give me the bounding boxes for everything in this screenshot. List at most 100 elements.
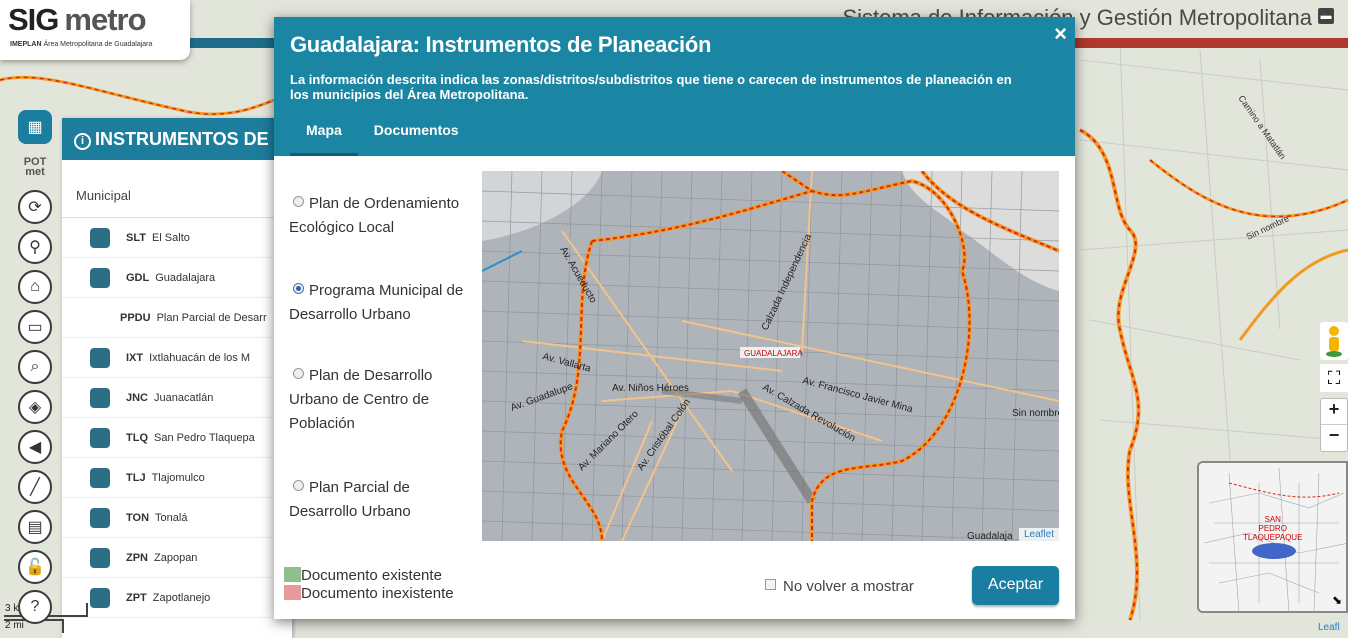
info-icon: i: [74, 133, 91, 150]
municipality-code: GDL: [126, 271, 150, 284]
municipality-name: Juanacatlán: [154, 391, 214, 404]
layers-icon[interactable]: ◈: [18, 390, 52, 424]
minimap-label-2: PEDRO: [1258, 524, 1287, 533]
legend-label-existente: Documento existente: [301, 567, 442, 584]
fullscreen-icon[interactable]: ⛶: [1320, 364, 1348, 392]
leaflet-attribution[interactable]: Leafl: [1318, 622, 1340, 633]
municipality-code: TLJ: [126, 471, 146, 484]
option-pducp[interactable]: Plan de Desarrollo Urbano de Centro de P…: [289, 364, 479, 436]
logo-metro: metro: [64, 2, 146, 37]
tab-mapa[interactable]: Mapa: [290, 119, 358, 156]
municipality-row[interactable]: ZPN Zapopan: [62, 538, 292, 578]
municipality-name: Ixtlahuacán de los M: [149, 351, 251, 364]
option-pmdu-label: Programa Municipal de Desarrollo Urbano: [289, 282, 464, 323]
city-label-guadalajara: GUADALAJARA: [744, 349, 803, 358]
no-show-option[interactable]: No volver a mostrar: [765, 578, 914, 595]
minimap-label-1: SAN: [1264, 515, 1281, 524]
municipality-code: TLQ: [126, 431, 148, 444]
logo-subtitle: Área Metropolitana de Guadalajara: [43, 41, 153, 48]
modal-tabs: Mapa Documentos: [290, 119, 475, 156]
legend-swatch-green: [284, 567, 301, 582]
logo-sig: SIG: [8, 2, 59, 37]
municipality-row[interactable]: TON Tonalá: [62, 498, 292, 538]
municipality-name: Guadalajara: [155, 271, 216, 284]
side-panel-title: INSTRUMENTOS DE P: [95, 129, 286, 149]
legend: Documento existente Documento inexistent…: [284, 567, 454, 603]
municipality-name: Tlajomulco: [151, 471, 205, 484]
municipality-code: ZPT: [126, 591, 147, 604]
left-toolbar: ▦ POT met ⟳ ⚲ ⌂ ▭ ⌕ ◈ ◀ ╱ ▤ 🔓 ?: [18, 110, 58, 630]
side-panel-subtitle: Municipal: [62, 160, 292, 218]
zoom-control: + −: [1320, 398, 1348, 452]
municipality-list: SLT El Salto GDL Guadalajara PPDU Plan Parcia…: [62, 218, 292, 618]
bus-icon[interactable]: ▭: [18, 310, 52, 344]
map-layers-icon[interactable]: ▦: [18, 110, 52, 144]
municipality-emblem-icon: [90, 507, 110, 528]
modal-title: Guadalajara: Instrumentos de Planeación: [290, 32, 712, 57]
print-icon[interactable]: ▤: [18, 510, 52, 544]
planning-instruments-modal: Guadalajara: Instrumentos de Planeación …: [274, 17, 1075, 619]
water-tap-icon[interactable]: ⚲: [18, 230, 52, 264]
option-ppdu-label: Plan Parcial de Desarrollo Urbano: [289, 479, 411, 520]
street-label-guadalaja: Guadalaja: [967, 531, 1013, 541]
municipality-code: JNC: [126, 391, 149, 404]
option-poel[interactable]: Plan de Ordenamiento Ecológico Local: [289, 192, 479, 240]
close-icon[interactable]: ×: [1054, 21, 1067, 47]
municipality-row[interactable]: SLT El Salto: [62, 218, 292, 258]
municipality-code: IXT: [126, 351, 144, 364]
zoom-in-button[interactable]: +: [1321, 399, 1347, 425]
modal-description: La información descrita indica las zonas…: [290, 72, 1012, 102]
zoom-out-button[interactable]: −: [1321, 425, 1347, 451]
municipality-row[interactable]: IXT Ixtlahuacán de los M: [62, 338, 292, 378]
minimap-toggle-icon[interactable]: ⬊: [1332, 593, 1342, 607]
municipality-row[interactable]: TLQ San Pedro Tlaquepa: [62, 418, 292, 458]
municipality-code: PPDU: [120, 311, 151, 324]
municipality-name: Zapopan: [154, 551, 198, 564]
municipality-row[interactable]: TLJ Tlajomulco: [62, 458, 292, 498]
lock-icon[interactable]: 🔓: [18, 550, 52, 584]
minimap-label-3: TLAQUEPAQUE: [1243, 533, 1303, 542]
radio-pmdu[interactable]: [293, 283, 304, 294]
tab-documentos[interactable]: Documentos: [358, 119, 475, 156]
legend-swatch-red: [284, 585, 301, 600]
map-attribution[interactable]: Leaflet: [1018, 528, 1059, 541]
option-pmdu[interactable]: Programa Municipal de Desarrollo Urbano: [289, 279, 479, 327]
municipality-emblem-icon: [90, 427, 110, 448]
measure-icon[interactable]: ╱: [18, 470, 52, 504]
street-label-ninos-heroes: Av. Niños Héroes: [612, 383, 689, 394]
pot-met-icon[interactable]: POT met: [18, 150, 52, 184]
municipality-row[interactable]: GDL Guadalajara: [62, 258, 292, 298]
radio-pducp[interactable]: [293, 368, 304, 379]
municipality-emblem-icon: [90, 267, 110, 288]
megaphone-icon[interactable]: ◀: [18, 430, 52, 464]
help-icon[interactable]: ?: [18, 590, 52, 624]
municipality-emblem-icon: [90, 547, 110, 568]
municipality-name: Tonalá: [155, 511, 188, 524]
municipality-emblem-icon: [90, 227, 110, 248]
option-ppdu[interactable]: Plan Parcial de Desarrollo Urbano: [289, 476, 479, 524]
municipality-row[interactable]: JNC Juanacatlán: [62, 378, 292, 418]
refresh-icon[interactable]: ⟳: [18, 190, 52, 224]
radio-ppdu[interactable]: [293, 480, 304, 491]
legend-label-inexistente: Documento inexistente: [301, 585, 454, 602]
minimap[interactable]: SAN PEDRO TLAQUEPAQUE ⬊: [1197, 461, 1348, 613]
minimize-icon[interactable]: ▬: [1318, 8, 1334, 24]
building-icon[interactable]: ⌂: [18, 270, 52, 304]
municipality-row[interactable]: ZPT Zapotlanejo: [62, 578, 292, 618]
municipality-row[interactable]: PPDU Plan Parcial de Desarr: [62, 298, 292, 338]
municipality-name: Zapotlanejo: [152, 591, 211, 604]
municipality-name: San Pedro Tlaquepa: [154, 431, 255, 444]
modal-header: Guadalajara: Instrumentos de Planeación …: [274, 17, 1075, 156]
street-view-pegman-icon[interactable]: [1320, 322, 1348, 360]
search-icon[interactable]: ⌕: [18, 350, 52, 384]
met-label: met: [25, 166, 45, 178]
accept-button[interactable]: Aceptar: [972, 566, 1059, 605]
municipality-emblem-icon: [90, 467, 110, 488]
option-poel-label: Plan de Ordenamiento Ecológico Local: [289, 195, 460, 236]
option-pducp-label: Plan de Desarrollo Urbano de Centro de P…: [289, 367, 433, 432]
no-show-checkbox[interactable]: [765, 579, 776, 590]
site-logo[interactable]: SIG metro IMEPLAN Área Metropolitana de G…: [0, 0, 190, 60]
municipality-code: ZPN: [126, 551, 148, 564]
radio-poel[interactable]: [293, 196, 304, 207]
planning-map[interactable]: Av. Acueducto Av. Vallarta Av. Niños Hér…: [482, 171, 1059, 541]
